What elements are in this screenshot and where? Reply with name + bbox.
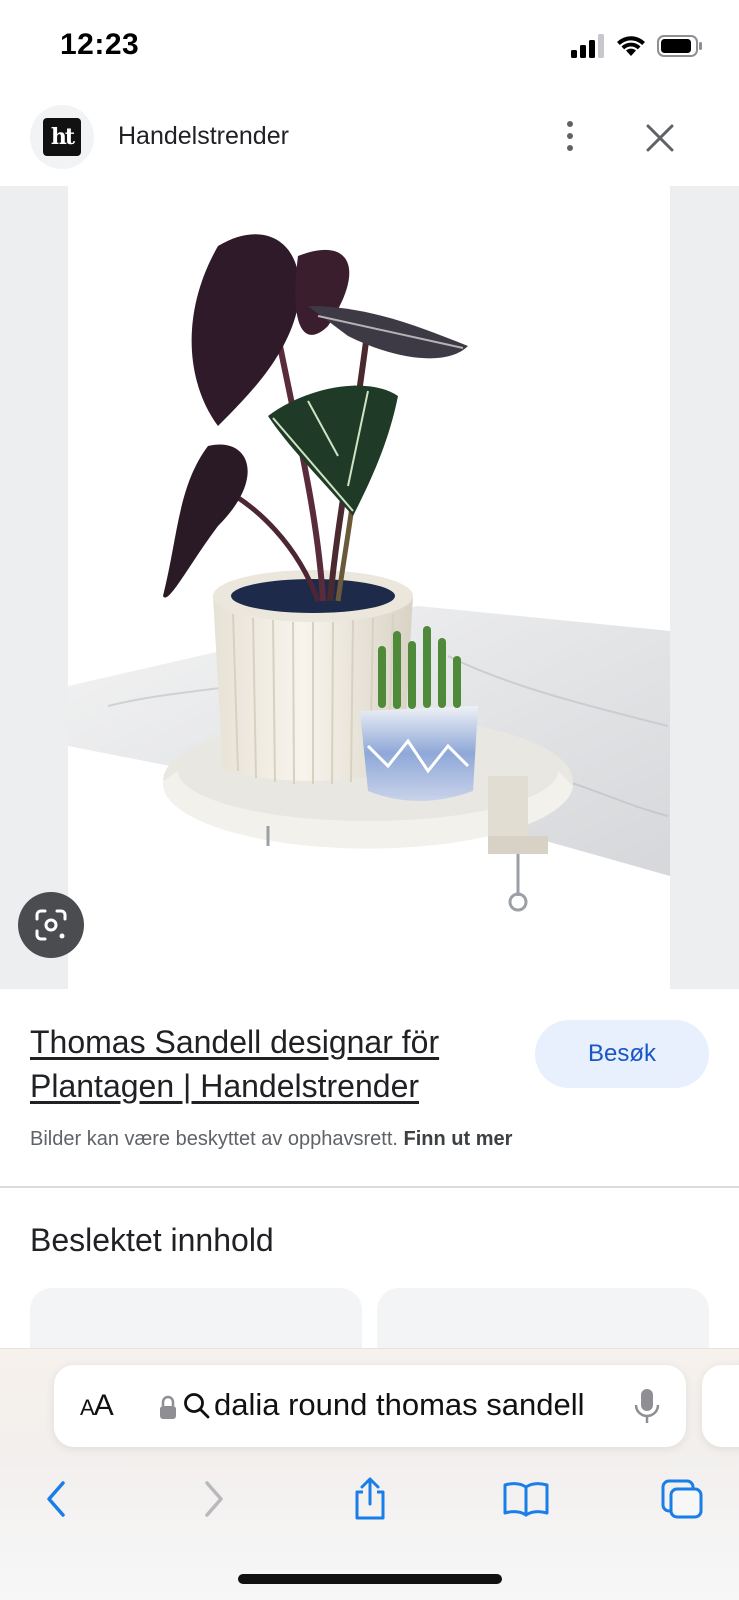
learn-more-link[interactable]: Finn ut mer <box>404 1128 513 1150</box>
wifi-icon <box>617 36 645 56</box>
product-photo-illustration <box>68 234 670 912</box>
battery-icon <box>657 35 702 57</box>
copyright-notice: Bilder kan være beskyttet av opphavsrett… <box>30 1128 512 1151</box>
status-bar: 12:23 <box>0 0 739 92</box>
chevron-left-icon <box>47 1481 65 1517</box>
book-icon <box>503 1482 549 1517</box>
visit-button[interactable]: Besøk <box>535 1020 709 1088</box>
more-options-button[interactable] <box>552 116 588 156</box>
product-image[interactable] <box>68 186 670 989</box>
close-icon <box>646 124 674 152</box>
related-heading: Beslektet innhold <box>30 1222 274 1258</box>
divider <box>0 1186 739 1188</box>
tabs-icon <box>661 1479 703 1519</box>
text-size-large-label: A <box>93 1389 114 1422</box>
copyright-text: Bilder kan være beskyttet av opphavsrett… <box>30 1128 398 1150</box>
home-indicator <box>238 1574 502 1584</box>
browser-toolbar: AA dalia round thomas sandell <box>0 1348 739 1600</box>
site-logo-mark: ht <box>43 118 81 156</box>
share-icon <box>355 1477 385 1520</box>
image-viewer <box>0 186 739 989</box>
status-icons <box>571 32 703 60</box>
site-logo-text: ht <box>50 124 75 150</box>
chevron-right-icon <box>205 1481 223 1517</box>
next-tab-address-bar[interactable] <box>702 1365 739 1447</box>
site-name[interactable]: Handelstrender <box>118 122 289 151</box>
back-button[interactable] <box>26 1469 86 1529</box>
bookmarks-button[interactable] <box>496 1469 556 1529</box>
share-button[interactable] <box>340 1469 400 1529</box>
more-vert-icon-dot <box>567 145 573 151</box>
address-text[interactable]: dalia round thomas sandell <box>214 1387 585 1423</box>
text-size-button[interactable]: AA <box>80 1389 114 1423</box>
close-button[interactable] <box>640 118 680 158</box>
more-vert-icon-dot <box>567 133 573 139</box>
cellular-signal-icon <box>571 34 604 58</box>
google-lens-button[interactable] <box>18 892 84 958</box>
tabs-button[interactable] <box>652 1469 712 1529</box>
google-lens-icon <box>35 909 67 941</box>
more-vert-icon <box>567 121 573 127</box>
result-header: ht Handelstrender <box>0 100 739 184</box>
forward-button[interactable] <box>184 1469 244 1529</box>
microphone-icon[interactable] <box>632 1387 662 1425</box>
status-time: 12:23 <box>60 28 140 61</box>
lock-icon <box>160 1395 176 1419</box>
text-size-small-label: A <box>80 1395 95 1420</box>
address-bar[interactable]: AA dalia round thomas sandell <box>54 1365 686 1447</box>
search-icon <box>184 1393 210 1419</box>
result-title-link[interactable]: Thomas Sandell designar för Plantagen | … <box>30 1020 510 1108</box>
site-logo[interactable]: ht <box>30 105 94 169</box>
